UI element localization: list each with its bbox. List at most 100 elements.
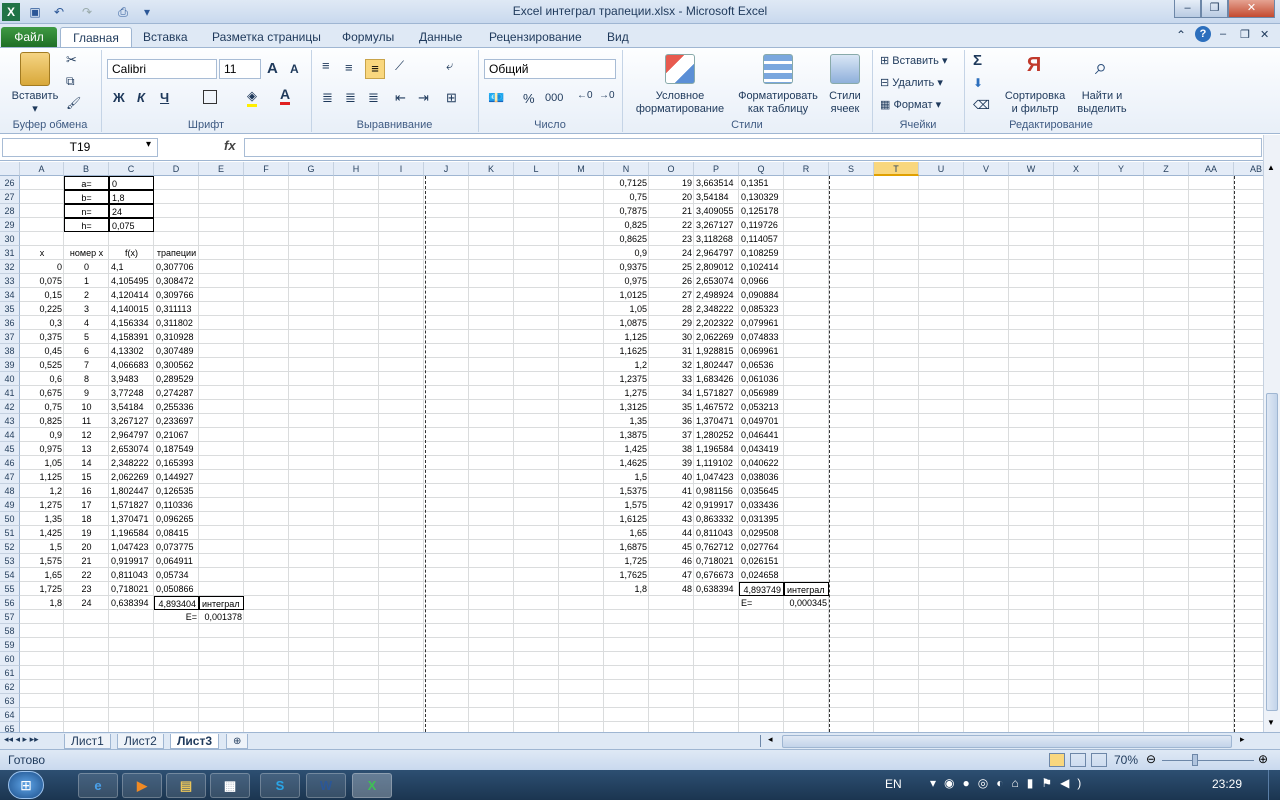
data-cell[interactable]: 0,074833	[739, 330, 784, 344]
data-cell[interactable]: 1,802447	[109, 484, 154, 498]
row-header-29[interactable]: 29	[0, 218, 20, 232]
row-header-33[interactable]: 33	[0, 274, 20, 288]
data-cell[interactable]: 38	[649, 442, 694, 456]
data-cell[interactable]: 0,75	[20, 400, 64, 414]
sheet-tab-2[interactable]: Лист2	[117, 734, 164, 749]
bold-button[interactable]: Ж	[113, 90, 125, 105]
data-cell[interactable]: 21	[64, 554, 109, 568]
tab-view[interactable]: Вид	[597, 27, 639, 47]
integral-value-cell[interactable]: 4,893404	[154, 596, 199, 610]
row-header-35[interactable]: 35	[0, 302, 20, 316]
data-cell[interactable]: 0,049701	[739, 414, 784, 428]
data-cell[interactable]: 1,7625	[604, 568, 649, 582]
data-cell[interactable]: 1,3125	[604, 400, 649, 414]
data-cell[interactable]: 9	[64, 386, 109, 400]
vertical-scrollbar[interactable]: ▲ ▼	[1263, 135, 1280, 732]
row-header-47[interactable]: 47	[0, 470, 20, 484]
data-cell[interactable]: 1,2	[604, 358, 649, 372]
media-player-icon[interactable]: ▶	[122, 773, 162, 798]
data-cell[interactable]: 20	[649, 190, 694, 204]
wrap-text-icon[interactable]: ⤶	[446, 58, 453, 74]
data-cell[interactable]: 1,65	[604, 526, 649, 540]
hscroll-right-icon[interactable]: ▸	[1240, 734, 1245, 745]
row-header-38[interactable]: 38	[0, 344, 20, 358]
scroll-down-icon[interactable]: ▼	[1267, 718, 1275, 727]
data-cell[interactable]: 0,046441	[739, 428, 784, 442]
data-cell[interactable]: 2,653074	[109, 442, 154, 456]
data-cell[interactable]: 1,683426	[694, 372, 739, 386]
row-header-39[interactable]: 39	[0, 358, 20, 372]
param-value-cell[interactable]: 1,8	[109, 190, 154, 204]
data-cell[interactable]: 18	[64, 512, 109, 526]
tab-formulas[interactable]: Формулы	[332, 27, 404, 47]
row-header-37[interactable]: 37	[0, 330, 20, 344]
insert-sheet-icon[interactable]: ⊕	[226, 734, 249, 749]
data-cell[interactable]: 33	[649, 372, 694, 386]
data-cell[interactable]: 0,0966	[739, 274, 784, 288]
column-header-F[interactable]: F	[244, 162, 289, 176]
conditional-format-icon[interactable]	[665, 54, 695, 84]
internet-explorer-icon[interactable]: e	[78, 773, 118, 798]
data-cell[interactable]: 1,047423	[109, 540, 154, 554]
error-value-cell[interactable]: 0,000345	[784, 596, 829, 610]
data-cell[interactable]: 0,110336	[154, 498, 199, 512]
data-cell[interactable]: 0,8625	[604, 232, 649, 246]
data-cell[interactable]: 0,676673	[694, 568, 739, 582]
data-cell[interactable]: 0,15	[20, 288, 64, 302]
data-cell[interactable]: 1,6875	[604, 540, 649, 554]
data-cell[interactable]: 4	[64, 316, 109, 330]
data-cell[interactable]: 1,370471	[694, 414, 739, 428]
data-cell[interactable]: 0,090884	[739, 288, 784, 302]
data-cell[interactable]: 1,0125	[604, 288, 649, 302]
doc-close-icon[interactable]: ✕	[1260, 28, 1269, 41]
page-layout-view-icon[interactable]	[1070, 753, 1086, 767]
data-cell[interactable]: 24	[64, 596, 109, 610]
autosum-icon[interactable]: Σ	[973, 52, 982, 69]
data-cell[interactable]: 1,8	[20, 596, 64, 610]
sheet-nav-icon[interactable]: ◂◂ ◂ ▸ ▸▸	[4, 734, 39, 745]
data-cell[interactable]: 12	[64, 428, 109, 442]
data-cell[interactable]: 11	[64, 414, 109, 428]
data-cell[interactable]: 0,073775	[154, 540, 199, 554]
zoom-out-icon[interactable]: ⊖	[1146, 752, 1156, 766]
data-cell[interactable]: 0,05734	[154, 568, 199, 582]
data-cell[interactable]: 0,029508	[739, 526, 784, 540]
vertical-scroll-thumb[interactable]	[1266, 393, 1278, 711]
increase-decimal-icon[interactable]: ←0	[577, 90, 593, 101]
data-cell[interactable]: 1,275	[604, 386, 649, 400]
row-header-51[interactable]: 51	[0, 526, 20, 540]
data-cell[interactable]: 0,056989	[739, 386, 784, 400]
align-bottom-icon[interactable]: ≡	[365, 59, 385, 79]
data-cell[interactable]: 0,274287	[154, 386, 199, 400]
row-header-58[interactable]: 58	[0, 624, 20, 638]
data-cell[interactable]: 15	[64, 470, 109, 484]
row-header-30[interactable]: 30	[0, 232, 20, 246]
table-header-cell[interactable]: x	[20, 246, 64, 260]
data-cell[interactable]: 0,1351	[739, 176, 784, 190]
table-header-cell[interactable]: f(x)	[109, 246, 154, 260]
data-cell[interactable]: 1,05	[20, 456, 64, 470]
data-cell[interactable]: 0,085323	[739, 302, 784, 316]
column-header-Y[interactable]: Y	[1099, 162, 1144, 176]
row-header-26[interactable]: 26	[0, 176, 20, 190]
row-header-41[interactable]: 41	[0, 386, 20, 400]
data-cell[interactable]: 1,65	[20, 568, 64, 582]
row-header-62[interactable]: 62	[0, 680, 20, 694]
column-header-K[interactable]: K	[469, 162, 514, 176]
data-cell[interactable]: 0,165393	[154, 456, 199, 470]
hscroll-left-icon[interactable]: ◂	[768, 734, 773, 745]
data-cell[interactable]: 43	[649, 512, 694, 526]
tab-home[interactable]: Главная	[60, 27, 132, 47]
table-header-cell[interactable]: трапеции	[154, 246, 199, 260]
data-cell[interactable]: 1,370471	[109, 512, 154, 526]
scroll-up-icon[interactable]: ▲	[1267, 163, 1275, 172]
sheet-tab-1[interactable]: Лист1	[64, 734, 111, 749]
data-cell[interactable]: 0,308472	[154, 274, 199, 288]
data-cell[interactable]: 4,13302	[109, 344, 154, 358]
font-name-select[interactable]: Calibri	[107, 59, 217, 79]
data-cell[interactable]: 0,9	[20, 428, 64, 442]
data-cell[interactable]: 0,975	[20, 442, 64, 456]
data-cell[interactable]: 1,35	[20, 512, 64, 526]
row-header-65[interactable]: 65	[0, 722, 20, 732]
conditional-format-button[interactable]: Условное форматирование	[626, 90, 734, 116]
